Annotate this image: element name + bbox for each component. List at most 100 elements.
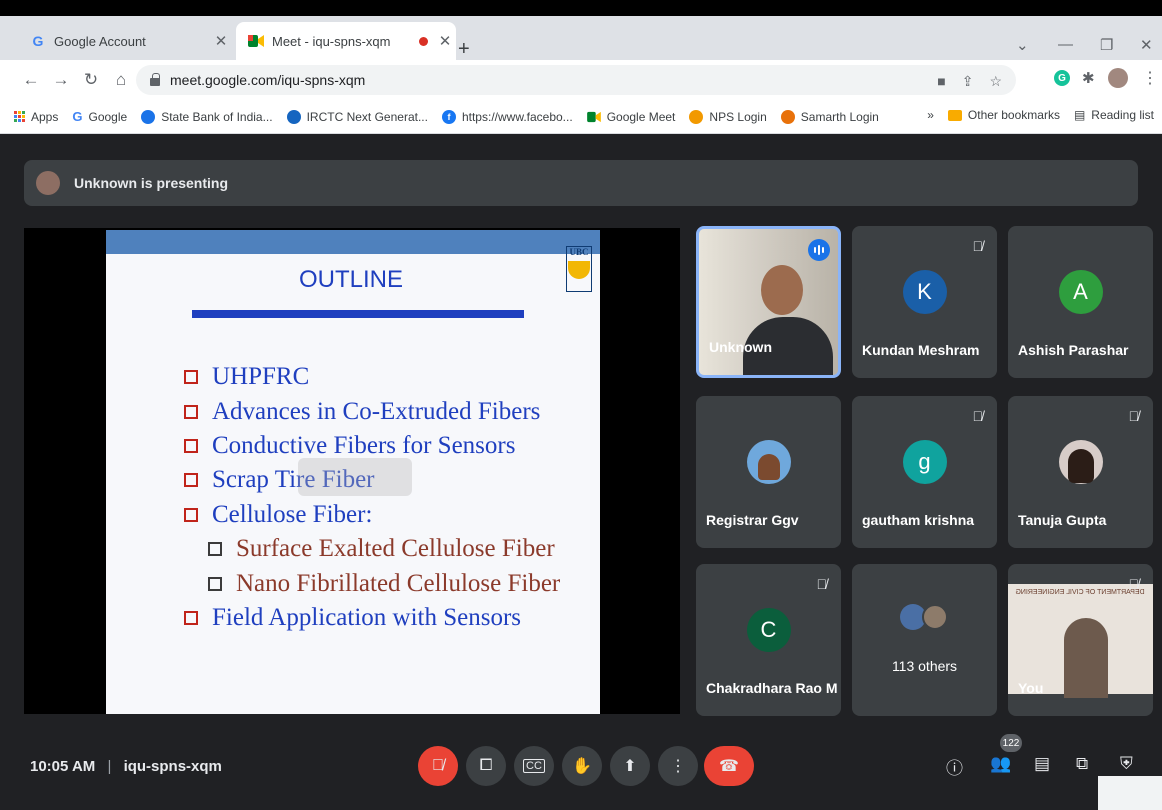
- presentation-controls-overlay[interactable]: [298, 458, 412, 496]
- participant-name: Chakradhara Rao M: [706, 680, 838, 696]
- meeting-details-icon[interactable]: ⓘ: [946, 754, 963, 779]
- reading-list-label: Reading list: [1091, 108, 1154, 122]
- slide-header-bar: [106, 230, 600, 254]
- bullet-text: UHPFRC: [212, 363, 310, 391]
- captions-button[interactable]: CC: [514, 746, 554, 786]
- present-button[interactable]: ⬆: [610, 746, 650, 786]
- close-tab-icon[interactable]: ✕: [434, 32, 456, 50]
- tab-search-icon[interactable]: ⌄: [1016, 36, 1029, 54]
- bookmark-samarth[interactable]: Samarth Login: [780, 109, 879, 124]
- close-window-button[interactable]: ✕: [1140, 36, 1153, 54]
- participant-tile-ashish[interactable]: A Ashish Parashar: [1008, 226, 1153, 378]
- bookmarks-bar: Apps G Google State Bank of India... IRC…: [0, 100, 1162, 134]
- title-divider: [192, 310, 524, 318]
- bookmark-apps[interactable]: Apps: [14, 110, 58, 124]
- mic-toggle-button[interactable]: 🎙̸: [418, 746, 458, 786]
- chat-icon[interactable]: ▤: [1034, 754, 1050, 774]
- clock-time: 10:05 AM: [30, 758, 96, 775]
- meeting-controls-bar: 10:05 AM | iqu-spns-xqm 🎙̸ ⧠ CC ✋ ⬆ ⋮ ☎ …: [0, 730, 1162, 810]
- bookmark-nps[interactable]: NPS Login: [689, 109, 767, 124]
- url-input[interactable]: meet.google.com/iqu-spns-xqm ■ ⇪ ☆: [136, 65, 1016, 95]
- back-icon[interactable]: ←: [16, 70, 46, 90]
- mic-off-icon: 🎙̸: [1128, 408, 1140, 424]
- leave-call-button[interactable]: ☎: [704, 746, 754, 786]
- participant-tile-others[interactable]: 113 others: [852, 564, 997, 716]
- others-avatar: [922, 604, 948, 630]
- bookmark-google[interactable]: G Google: [72, 109, 127, 124]
- participant-tile-registrar[interactable]: Registrar Ggv: [696, 396, 841, 548]
- irctc-icon: [286, 109, 301, 124]
- tab-strip: G Google Account ✕ Meet - iqu-spns-xqm ✕…: [0, 16, 1162, 60]
- participant-tile-gautham[interactable]: 🎙̸ g gautham krishna: [852, 396, 997, 548]
- raise-hand-button[interactable]: ✋: [562, 746, 602, 786]
- bookmark-label: https://www.facebo...: [461, 109, 573, 124]
- new-tab-button[interactable]: +: [458, 38, 470, 61]
- participant-name: Tanuja Gupta: [1018, 512, 1107, 528]
- participant-tile-kundan[interactable]: 🎙̸ K Kundan Meshram: [852, 226, 997, 378]
- share-icon[interactable]: ⇪: [962, 73, 974, 90]
- recording-icon: [419, 36, 428, 46]
- other-bookmarks-label: Other bookmarks: [967, 108, 1060, 122]
- bookmark-label: Google Meet: [606, 109, 676, 124]
- participant-name: Unknown: [709, 339, 772, 355]
- avatar: K: [902, 270, 947, 314]
- avatar: g: [902, 440, 947, 484]
- meet-icon: [248, 33, 264, 49]
- bookmark-google-meet[interactable]: Google Meet: [586, 109, 676, 124]
- reading-list[interactable]: ▤ Reading list: [1074, 108, 1154, 122]
- participant-name: Ashish Parashar: [1018, 342, 1129, 358]
- more-bookmarks-icon[interactable]: »: [927, 108, 934, 122]
- bookmark-label: Apps: [31, 109, 59, 124]
- photo-person: [1067, 449, 1094, 483]
- bullet-text: Field Application with Sensors: [212, 603, 522, 631]
- grammarly-extension-icon[interactable]: G: [1054, 70, 1070, 86]
- menu-kebab-icon[interactable]: ⋮: [1142, 68, 1158, 88]
- checkbox-bullet-icon: [184, 473, 198, 488]
- camera-indicator-icon[interactable]: ■: [937, 73, 945, 90]
- participant-tile-chakradhara[interactable]: 🎙̸ C Chakradhara Rao M: [696, 564, 841, 716]
- checkbox-bullet-icon: [184, 404, 198, 419]
- tab-meet[interactable]: Meet - iqu-spns-xqm ✕: [236, 22, 456, 60]
- restore-button[interactable]: ❐: [1100, 36, 1113, 54]
- checkbox-bullet-icon: [208, 542, 222, 557]
- hand-icon: ✋: [572, 758, 592, 775]
- bullet-text: Nano Fibrillated Cellulose Fiber: [236, 569, 561, 597]
- bookmark-star-icon[interactable]: ☆: [989, 73, 1002, 90]
- other-bookmarks[interactable]: Other bookmarks: [947, 108, 1060, 122]
- bullet-item: Advances in Co-Extruded Fibers: [184, 394, 560, 428]
- avatar-photo: [746, 440, 791, 484]
- hang-up-icon: ☎: [719, 758, 739, 775]
- participant-count-badge: 122: [1000, 734, 1022, 752]
- bookmark-sbi[interactable]: State Bank of India...: [141, 109, 273, 124]
- participant-tile-you[interactable]: DEPARTMENT OF CIVIL ENGINEERING 🎙̸ You: [1008, 564, 1153, 716]
- host-controls-icon[interactable]: ⛨: [1120, 754, 1133, 774]
- camera-toggle-button[interactable]: ⧠: [466, 746, 506, 786]
- participant-tile-unknown[interactable]: Unknown: [696, 226, 841, 378]
- checkbox-bullet-icon: [184, 507, 198, 522]
- forward-icon[interactable]: →: [46, 70, 76, 90]
- bookmark-facebook[interactable]: f https://www.facebo...: [441, 109, 573, 124]
- facebook-icon: f: [441, 109, 456, 124]
- home-icon[interactable]: ⌂: [106, 70, 136, 90]
- profile-avatar[interactable]: [1108, 68, 1128, 88]
- participant-tile-tanuja[interactable]: 🎙̸ Tanuja Gupta: [1008, 396, 1153, 548]
- people-icon[interactable]: 👥: [990, 754, 1011, 774]
- bullet-item: UHPFRC: [184, 360, 560, 394]
- top-border: [0, 0, 1162, 16]
- presenting-text: Unknown is presenting: [74, 175, 229, 191]
- more-options-button[interactable]: ⋮: [658, 746, 698, 786]
- meeting-code: iqu-spns-xqm: [123, 758, 222, 775]
- tab-google-account[interactable]: G Google Account ✕: [18, 22, 232, 60]
- extensions-icon[interactable]: ✱: [1082, 69, 1095, 87]
- bookmark-irctc[interactable]: IRCTC Next Generat...: [286, 109, 428, 124]
- activities-icon[interactable]: ⧉: [1076, 754, 1088, 774]
- folder-icon: [947, 109, 962, 121]
- mic-off-icon: 🎙̸: [1128, 576, 1140, 592]
- present-icon: ⬆: [623, 758, 637, 775]
- meet-icon: [586, 111, 601, 123]
- close-tab-icon[interactable]: ✕: [210, 32, 232, 50]
- minimize-button[interactable]: —: [1058, 36, 1073, 53]
- reload-icon[interactable]: ↻: [76, 70, 106, 90]
- speaking-indicator-icon: [808, 239, 830, 261]
- bookmark-label: IRCTC Next Generat...: [306, 109, 428, 124]
